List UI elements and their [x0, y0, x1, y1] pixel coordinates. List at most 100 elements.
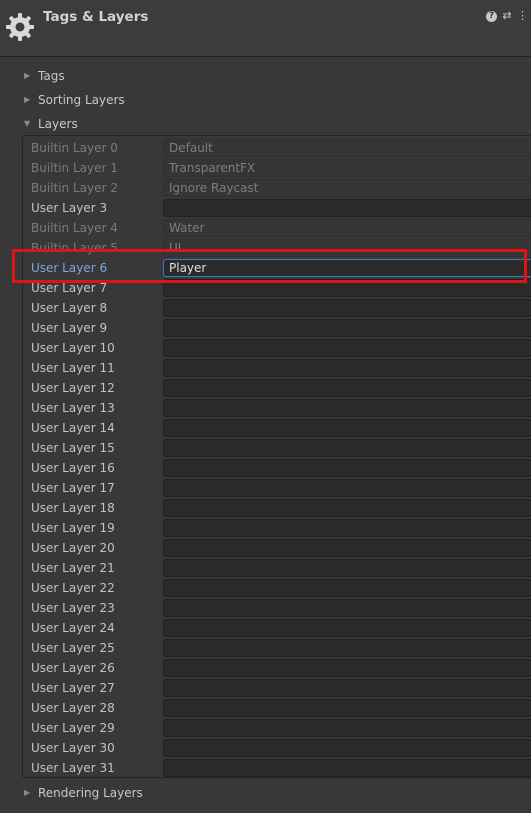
layer-name-field[interactable] — [163, 679, 531, 697]
foldout-rendering-layers-label: Rendering Layers — [38, 786, 143, 800]
layer-name-field[interactable] — [163, 199, 531, 217]
layer-row: User Layer 23 — [23, 598, 531, 618]
help-icon[interactable]: ? — [486, 10, 497, 22]
foldout-tags-label: Tags — [38, 69, 65, 83]
triangle-right-icon: ▶ — [24, 788, 31, 797]
layer-label: Builtin Layer 0 — [31, 141, 118, 155]
layer-row: User Layer 3 — [23, 198, 531, 218]
layer-label: User Layer 20 — [31, 541, 115, 555]
layer-name-field: Water — [163, 219, 531, 237]
layer-label: User Layer 19 — [31, 521, 115, 535]
layer-label: User Layer 13 — [31, 401, 115, 415]
layer-row: Builtin Layer 4 Water — [23, 218, 531, 238]
layer-name-field[interactable] — [163, 759, 531, 777]
layer-label: User Layer 8 — [31, 301, 108, 315]
layer-row: User Layer 10 — [23, 338, 531, 358]
page-title: Tags & Layers — [43, 9, 149, 25]
layer-row: Builtin Layer 1 TransparentFX — [23, 158, 531, 178]
layer-row: User Layer 14 — [23, 418, 531, 438]
layer-name-field[interactable] — [163, 319, 531, 337]
layer-name-field[interactable] — [163, 639, 531, 657]
layer-label: User Layer 23 — [31, 601, 115, 615]
layer-name-field[interactable] — [163, 499, 531, 517]
layer-name-field[interactable] — [163, 659, 531, 677]
layer-name-field[interactable] — [163, 359, 531, 377]
layer-name-field[interactable] — [163, 279, 531, 297]
foldout-rendering-layers[interactable]: ▶ Rendering Layers — [24, 784, 143, 802]
layer-name-field[interactable] — [163, 699, 531, 717]
layer-row: User Layer 28 — [23, 698, 531, 718]
foldout-tags[interactable]: ▶ Tags — [24, 67, 65, 85]
layer-name-field[interactable] — [163, 579, 531, 597]
layer-row: User Layer 27 — [23, 678, 531, 698]
layer-row: User Layer 30 — [23, 738, 531, 758]
layer-name-field[interactable] — [163, 439, 531, 457]
layer-label: User Layer 30 — [31, 741, 115, 755]
layer-label: User Layer 22 — [31, 581, 115, 595]
layer-name-field[interactable]: Player — [163, 259, 531, 277]
foldout-sorting-layers[interactable]: ▶ Sorting Layers — [24, 91, 125, 109]
layer-label: User Layer 26 — [31, 661, 115, 675]
layer-name-field[interactable] — [163, 459, 531, 477]
layer-name-field: Ignore Raycast — [163, 179, 531, 197]
foldout-sorting-layers-label: Sorting Layers — [38, 93, 125, 107]
layer-name-field: TransparentFX — [163, 159, 531, 177]
layer-label: User Layer 29 — [31, 721, 115, 735]
layer-name-field[interactable] — [163, 739, 531, 757]
layer-label: User Layer 16 — [31, 461, 115, 475]
layer-row: User Layer 9 — [23, 318, 531, 338]
layer-label: User Layer 25 — [31, 641, 115, 655]
layer-label: User Layer 6 — [31, 261, 108, 275]
kebab-menu-icon[interactable]: ⋮ — [517, 10, 528, 22]
layer-row: User Layer 19 — [23, 518, 531, 538]
layer-row: Builtin Layer 0 Default — [23, 138, 531, 158]
layer-name-field[interactable] — [163, 379, 531, 397]
foldout-layers[interactable]: ▼ Layers — [24, 115, 78, 133]
layer-row: User Layer 29 — [23, 718, 531, 738]
layer-row: User Layer 15 — [23, 438, 531, 458]
layer-label: User Layer 31 — [31, 761, 115, 775]
layer-name-field: UI — [163, 239, 531, 257]
triangle-right-icon: ▶ — [24, 71, 31, 80]
sliders-icon[interactable]: ⇄ — [502, 10, 512, 22]
layer-row: User Layer 20 — [23, 538, 531, 558]
layer-label: User Layer 15 — [31, 441, 115, 455]
layers-list: Builtin Layer 0 Default Builtin Layer 1 Tra… — [22, 135, 531, 778]
layer-row: User Layer 13 — [23, 398, 531, 418]
layer-name-field[interactable] — [163, 419, 531, 437]
layer-name-field[interactable] — [163, 339, 531, 357]
layer-name-field[interactable] — [163, 479, 531, 497]
layer-name-field[interactable] — [163, 399, 531, 417]
layer-label: Builtin Layer 2 — [31, 181, 118, 195]
layer-name-field[interactable] — [163, 299, 531, 317]
layer-label: User Layer 7 — [31, 281, 108, 295]
layer-name-field[interactable] — [163, 599, 531, 617]
layer-label: User Layer 3 — [31, 201, 108, 215]
layer-label: User Layer 10 — [31, 341, 115, 355]
inspector-header: Tags & Layers ? ⇄ ⋮ — [0, 0, 531, 57]
layer-row: User Layer 21 — [23, 558, 531, 578]
layer-name-field[interactable] — [163, 539, 531, 557]
layer-row: User Layer 26 — [23, 658, 531, 678]
layer-label: User Layer 21 — [31, 561, 115, 575]
layer-label: User Layer 12 — [31, 381, 115, 395]
triangle-down-icon: ▼ — [24, 119, 31, 128]
layer-row: User Layer 6 Player — [23, 258, 531, 278]
layer-name-field[interactable] — [163, 559, 531, 577]
layer-row: User Layer 16 — [23, 458, 531, 478]
layer-row: User Layer 31 — [23, 758, 531, 778]
layer-label: User Layer 14 — [31, 421, 115, 435]
layer-row: User Layer 11 — [23, 358, 531, 378]
layer-label: User Layer 17 — [31, 481, 115, 495]
layer-name-field[interactable] — [163, 719, 531, 737]
layer-label: User Layer 28 — [31, 701, 115, 715]
triangle-right-icon: ▶ — [24, 95, 31, 104]
layer-name-field: Default — [163, 139, 531, 157]
layer-label: Builtin Layer 5 — [31, 241, 118, 255]
layer-name-field[interactable] — [163, 619, 531, 637]
layer-row: User Layer 17 — [23, 478, 531, 498]
layer-label: Builtin Layer 1 — [31, 161, 118, 175]
layer-row: User Layer 25 — [23, 638, 531, 658]
layer-row: Builtin Layer 2 Ignore Raycast — [23, 178, 531, 198]
layer-name-field[interactable] — [163, 519, 531, 537]
